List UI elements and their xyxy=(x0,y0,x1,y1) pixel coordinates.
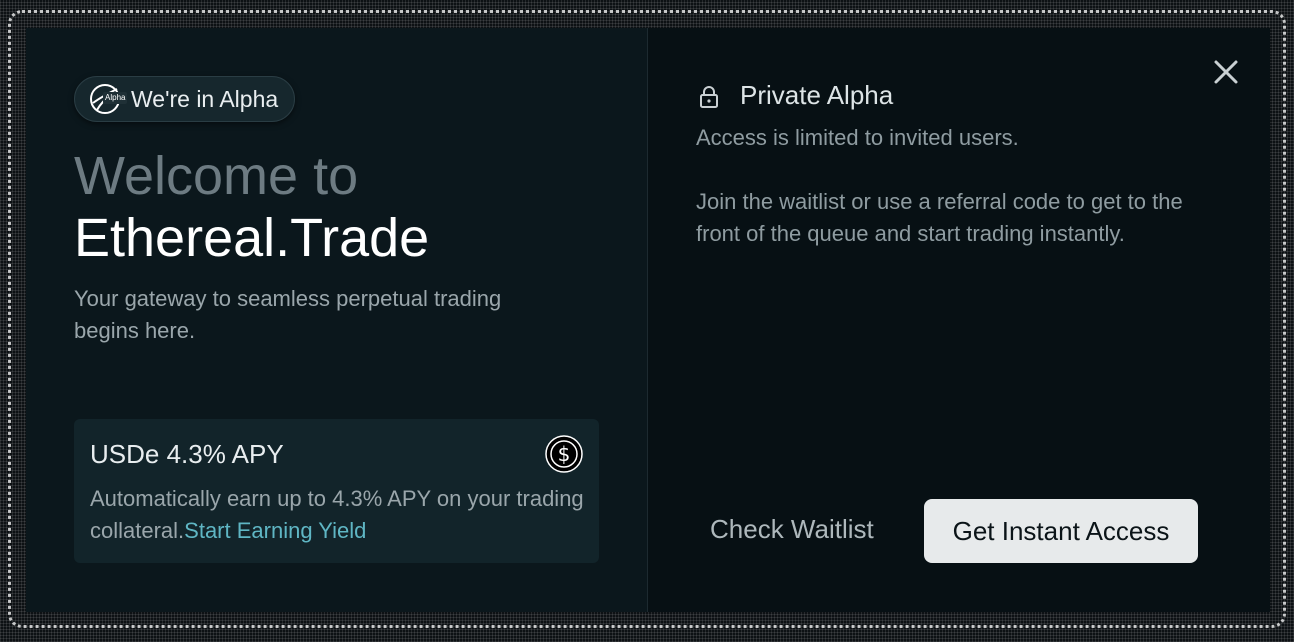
promo-text: Automatically earn up to 4.3% APY on you… xyxy=(90,483,590,547)
usdc-dollar-icon: $ xyxy=(545,435,583,473)
get-instant-access-button[interactable]: Get Instant Access xyxy=(924,499,1198,563)
alpha-badge: Alpha We're in Alpha xyxy=(74,76,296,122)
access-panel: Private Alpha Access is limited to invit… xyxy=(648,28,1270,612)
promo-card: USDe 4.3% APY $ Automatically earn up to… xyxy=(74,419,599,563)
welcome-modal: Alpha We're in Alpha Welcome to Ethereal… xyxy=(26,28,1270,612)
svg-text:$: $ xyxy=(558,442,571,466)
ethereal-logo-icon: Alpha xyxy=(89,83,128,115)
brand-heading: Ethereal.Trade xyxy=(74,208,430,268)
close-icon[interactable] xyxy=(1212,58,1240,86)
access-description: Access is limited to invited users. Join… xyxy=(696,122,1206,250)
start-earning-yield-link[interactable]: Start Earning Yield xyxy=(184,518,366,543)
access-limited-text: Access is limited to invited users. xyxy=(696,125,1019,150)
alpha-badge-label: We're in Alpha xyxy=(131,85,279,112)
tagline: Your gateway to seamless perpetual tradi… xyxy=(74,286,502,343)
welcome-heading: Welcome to xyxy=(74,146,359,206)
lock-icon xyxy=(696,84,722,110)
waitlist-text: Join the waitlist or use a referral code… xyxy=(696,189,1183,246)
alpha-tag: Alpha xyxy=(103,92,128,104)
welcome-panel: Alpha We're in Alpha Welcome to Ethereal… xyxy=(26,28,648,612)
private-alpha-title: Private Alpha xyxy=(740,80,894,110)
promo-title: USDe 4.3% APY xyxy=(90,439,284,469)
check-waitlist-button[interactable]: Check Waitlist xyxy=(710,514,874,545)
